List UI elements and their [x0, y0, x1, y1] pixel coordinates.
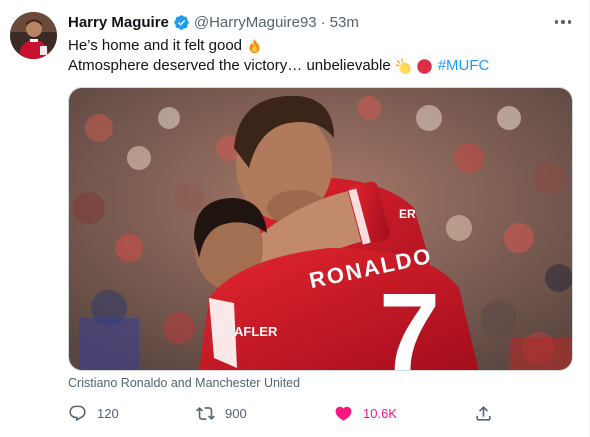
retweet-icon — [196, 406, 215, 420]
tweet-text-line-2-content: Atmosphere deserved the victory… unbelie… — [68, 57, 391, 74]
verified-badge-icon — [174, 14, 189, 30]
avatar-image — [10, 12, 57, 59]
author-handle[interactable]: @HarryMaguire93 — [194, 14, 317, 31]
tweet-text: He’s home and it felt good Atmosphere de… — [68, 36, 568, 76]
tweet-card[interactable]: Harry Maguire @HarryMaguire93 · 53m He’s… — [0, 0, 590, 437]
more-icon[interactable] — [553, 14, 573, 30]
red-circle-emoji-icon — [416, 58, 432, 74]
tweet-media-photo[interactable]: ER AFLER RONALDO 7 — [68, 87, 573, 371]
tweet-header: Harry Maguire @HarryMaguire93 · 53m — [68, 12, 359, 32]
photo-image: ER AFLER RONALDO 7 — [69, 88, 572, 371]
heart-icon — [335, 406, 352, 421]
reply-count: 120 — [97, 405, 119, 421]
sleeve-sponsor-text: AFLER — [234, 324, 278, 339]
reply-button[interactable]: 120 — [60, 400, 119, 426]
share-button[interactable] — [466, 400, 503, 426]
retweet-button[interactable]: 900 — [188, 400, 247, 426]
timestamp[interactable]: 53m — [330, 14, 359, 31]
tweet-text-line-2: Atmosphere deserved the victory… unbelie… — [68, 56, 568, 76]
share-icon — [476, 405, 491, 421]
fire-emoji-icon — [249, 38, 260, 53]
retweet-count: 900 — [225, 405, 247, 421]
tweet-actions: 120 900 10.6K — [60, 400, 500, 426]
like-button[interactable]: 10.6K — [326, 400, 397, 426]
maguire-kit-text: ER — [399, 207, 416, 221]
separator-dot: · — [320, 13, 326, 31]
clapping-hands-emoji-icon — [395, 57, 411, 74]
reply-icon — [69, 405, 86, 421]
avatar[interactable] — [10, 12, 57, 59]
media-caption: Cristiano Ronaldo and Manchester United — [68, 376, 301, 390]
tweet-text-line-1-content: He’s home and it felt good — [68, 37, 243, 54]
tweet-text-line-1: He’s home and it felt good — [68, 36, 568, 56]
jersey-number-text: 7 — [379, 271, 440, 371]
like-count: 10.6K — [363, 405, 397, 421]
author-name[interactable]: Harry Maguire — [68, 14, 169, 31]
hashtag-link[interactable]: #MUFC — [438, 56, 490, 76]
